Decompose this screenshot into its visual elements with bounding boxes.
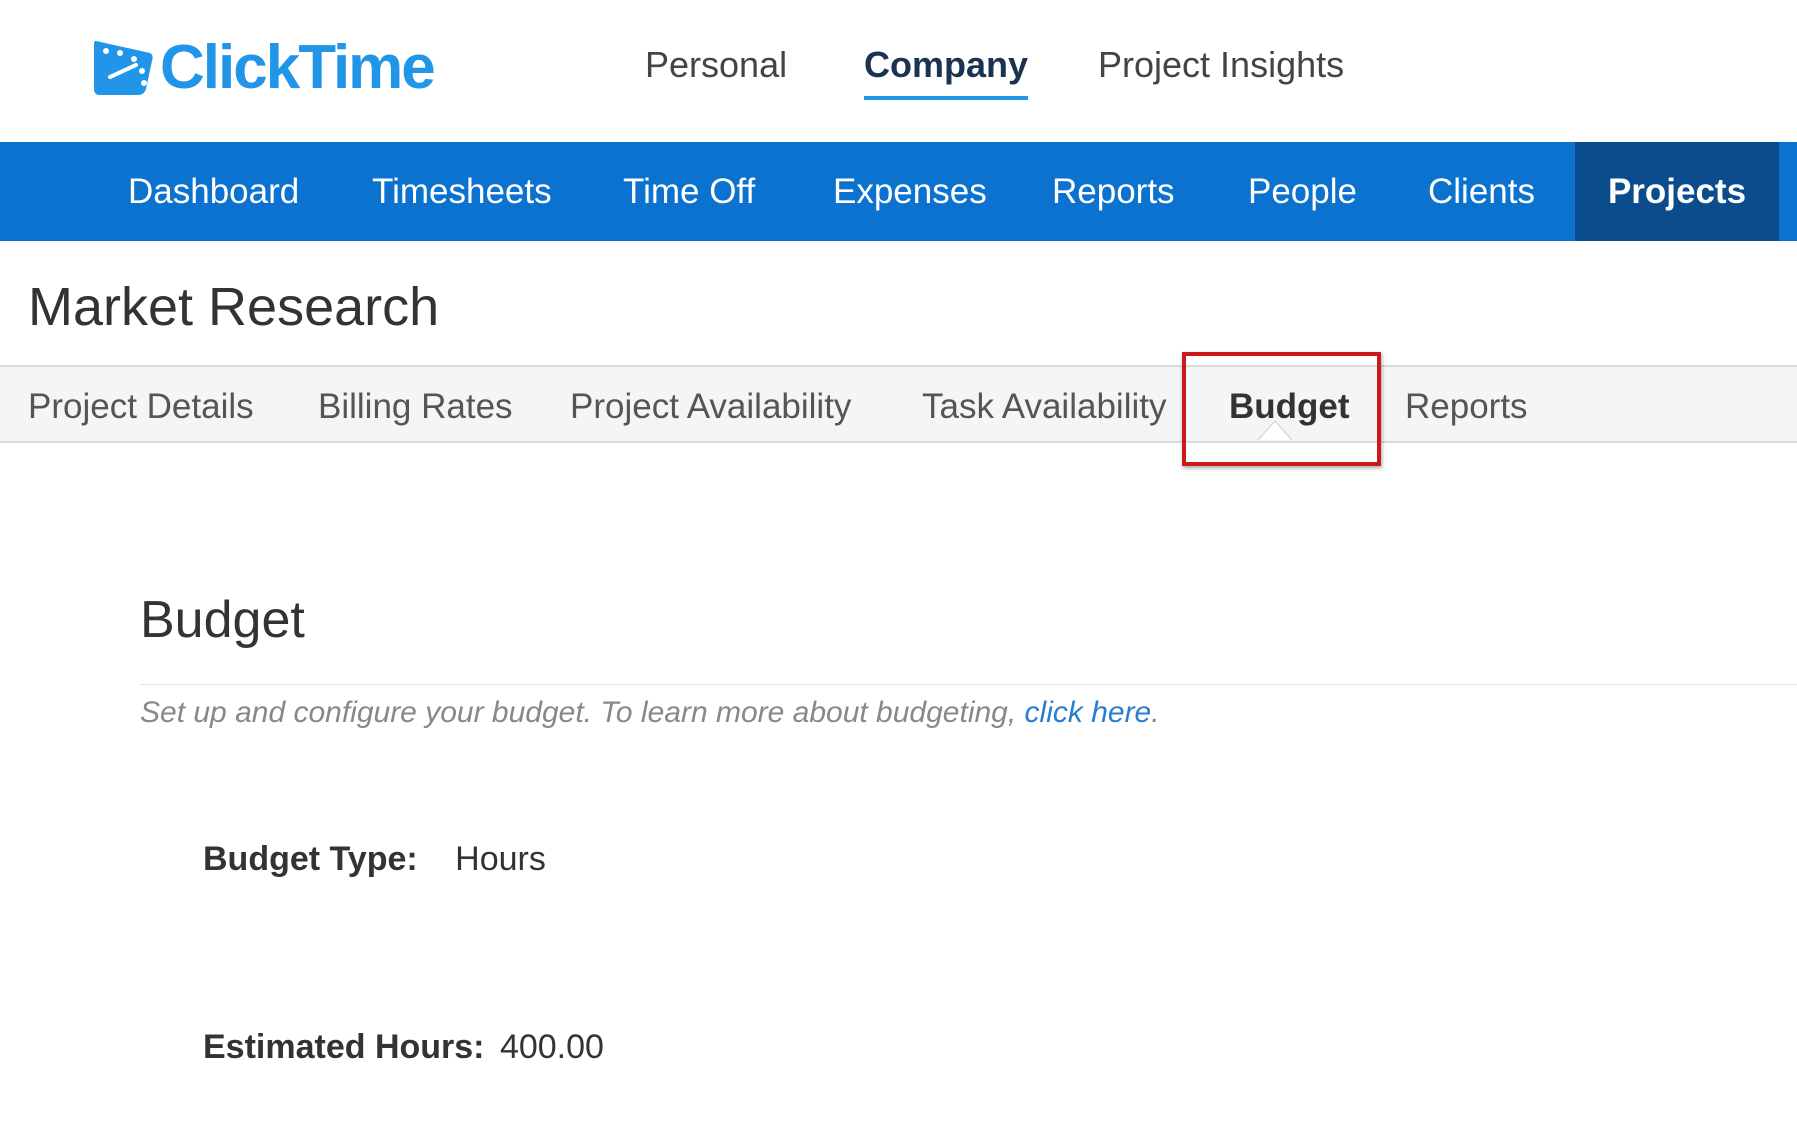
budget-tab-highlight bbox=[1182, 352, 1381, 466]
top-bar: ClickTime Personal Company Project Insig… bbox=[0, 0, 1797, 142]
clicktime-logo-icon bbox=[94, 40, 153, 95]
budget-type-label: Budget Type: bbox=[203, 840, 418, 878]
estimated-hours-value: 400.00 bbox=[499, 1028, 604, 1066]
top-tab-personal[interactable]: Personal bbox=[645, 44, 787, 96]
nav-item-expenses[interactable]: Expenses bbox=[833, 142, 987, 241]
nav-item-time-off[interactable]: Time Off bbox=[623, 142, 755, 241]
learn-more-link[interactable]: click here bbox=[1025, 696, 1152, 729]
sub-tab-reports[interactable]: Reports bbox=[1405, 387, 1528, 427]
estimated-hours-row: Estimated Hours: 400.00 bbox=[203, 1028, 604, 1067]
nav-item-reports[interactable]: Reports bbox=[1052, 142, 1175, 241]
nav-item-people[interactable]: People bbox=[1248, 142, 1357, 241]
budget-type-value: Hours bbox=[455, 840, 546, 878]
sub-tab-project-availability[interactable]: Project Availability bbox=[570, 387, 851, 427]
sub-tab-project-details[interactable]: Project Details bbox=[28, 387, 254, 427]
budget-type-row: Budget Type: Hours bbox=[203, 840, 546, 879]
nav-item-clients[interactable]: Clients bbox=[1428, 142, 1535, 241]
logo-text: ClickTime bbox=[160, 33, 436, 102]
top-tab-project-insights[interactable]: Project Insights bbox=[1098, 44, 1344, 96]
nav-item-projects[interactable]: Projects bbox=[1575, 142, 1779, 241]
main-nav: Dashboard Timesheets Time Off Expenses R… bbox=[0, 142, 1797, 241]
description-end: . bbox=[1151, 696, 1160, 729]
section-description: Set up and configure your budget. To lea… bbox=[140, 696, 1160, 730]
sub-tab-task-availability[interactable]: Task Availability bbox=[922, 387, 1166, 427]
section-title: Budget bbox=[140, 591, 305, 649]
estimated-hours-label: Estimated Hours: bbox=[203, 1028, 485, 1066]
description-text: Set up and configure your budget. To lea… bbox=[140, 696, 1025, 729]
page-title: Market Research bbox=[28, 277, 440, 337]
section-divider bbox=[140, 684, 1797, 685]
top-tab-company[interactable]: Company bbox=[864, 44, 1029, 100]
nav-item-dashboard[interactable]: Dashboard bbox=[128, 142, 299, 241]
project-sub-tabs: Project Details Billing Rates Project Av… bbox=[0, 365, 1797, 443]
nav-item-timesheets[interactable]: Timesheets bbox=[372, 142, 552, 241]
sub-tab-billing-rates[interactable]: Billing Rates bbox=[318, 387, 513, 427]
clicktime-logo[interactable]: ClickTime bbox=[90, 33, 436, 102]
